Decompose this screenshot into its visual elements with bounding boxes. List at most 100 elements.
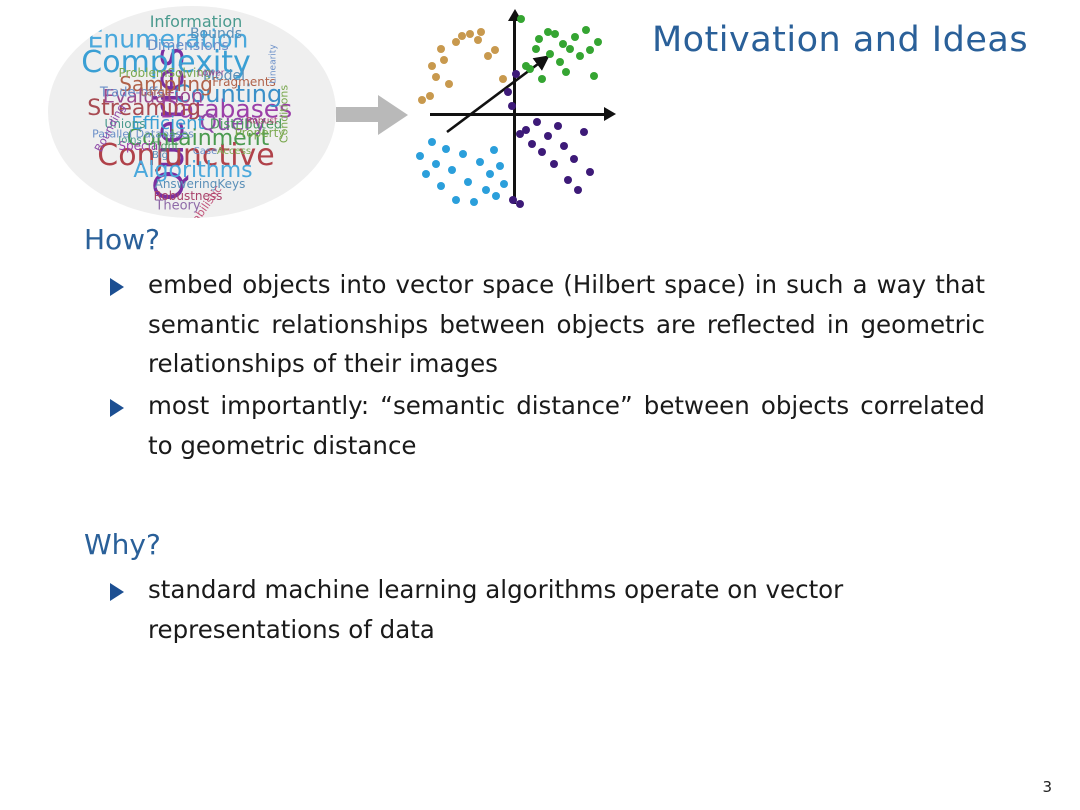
word-cloud-term: Case xyxy=(192,146,218,157)
tan-cluster-point xyxy=(432,73,440,81)
section-heading: How? xyxy=(84,223,160,256)
green-cluster-point xyxy=(535,35,543,43)
tan-cluster-point xyxy=(418,96,426,104)
word-cloud-term: Lower xyxy=(197,68,225,79)
tan-cluster-point xyxy=(474,36,482,44)
purple-cluster-point xyxy=(570,155,578,163)
bullet-list: embed objects into vector space (Hilbert… xyxy=(0,265,1080,465)
green-cluster-point xyxy=(571,33,579,41)
green-cluster-point xyxy=(566,45,574,53)
word-cloud-term: Robust xyxy=(246,116,278,127)
blue-cluster-point xyxy=(492,192,500,200)
word-cloud-term: Bounds xyxy=(189,26,243,42)
green-cluster-point xyxy=(551,30,559,38)
tan-cluster-point xyxy=(484,52,492,60)
blue-cluster-point xyxy=(496,162,504,170)
section-heading: Why? xyxy=(84,528,161,562)
green-cluster-point xyxy=(594,38,602,46)
purple-cluster-point xyxy=(533,118,541,126)
blue-cluster-point xyxy=(476,158,484,166)
purple-cluster-point xyxy=(538,148,546,156)
purple-cluster-point xyxy=(522,126,530,134)
right-arrow-icon xyxy=(336,93,414,137)
purple-cluster-point xyxy=(574,186,582,194)
slide: Queries Conjunctive Complexity Enumeration D… xyxy=(0,0,1080,810)
blue-cluster-point xyxy=(486,170,494,178)
green-cluster-point xyxy=(526,65,534,73)
word-cloud-term: Conditions xyxy=(277,84,291,144)
green-cluster-point xyxy=(562,68,570,76)
tan-cluster-point xyxy=(477,28,485,36)
arrow-shaft xyxy=(336,107,384,122)
blue-cluster-point xyxy=(442,145,450,153)
blue-cluster-point xyxy=(464,178,472,186)
bullet-triangle-icon xyxy=(110,399,124,418)
bullet-item: embed objects into vector space (Hilbert… xyxy=(0,265,1080,384)
purple-cluster-point xyxy=(554,122,562,130)
blue-cluster-point xyxy=(428,138,436,146)
purple-cluster-point xyxy=(504,88,512,96)
purple-cluster-point xyxy=(586,168,594,176)
purple-cluster-point xyxy=(560,142,568,150)
purple-cluster-point xyxy=(580,128,588,136)
purple-cluster-point xyxy=(512,70,520,78)
bullet-item: most importantly: “semantic distance” be… xyxy=(0,386,1080,465)
page-number: 3 xyxy=(1042,778,1052,796)
purple-cluster-point xyxy=(508,102,516,110)
tan-cluster-point xyxy=(440,56,448,64)
word-cloud-term: Large xyxy=(140,85,172,99)
blue-cluster-point xyxy=(500,180,508,188)
word-cloud-term: Joins xyxy=(118,135,142,146)
word-cloud-term: Linearity xyxy=(268,44,279,84)
blue-cluster-point xyxy=(437,182,445,190)
green-cluster-point xyxy=(556,58,564,66)
blue-cluster-point xyxy=(490,146,498,154)
bullet-text: most importantly: “semantic distance” be… xyxy=(148,391,985,460)
slide-body: How? embed objects into vector space (Hil… xyxy=(0,222,1080,654)
tan-cluster-point xyxy=(426,92,434,100)
word-cloud-term: Access xyxy=(216,146,252,157)
vector-space-scatter-plot xyxy=(408,4,618,218)
header-graphics: Queries Conjunctive Complexity Enumeration D… xyxy=(0,0,1080,225)
tan-cluster-point xyxy=(428,62,436,70)
green-cluster-point xyxy=(532,45,540,53)
green-cluster-point xyxy=(582,26,590,34)
blue-cluster-point xyxy=(422,170,430,178)
blue-cluster-point xyxy=(459,150,467,158)
green-cluster-point xyxy=(586,46,594,54)
purple-cluster-point xyxy=(528,140,536,148)
section-how: How? embed objects into vector space (Hil… xyxy=(0,222,1080,465)
page-title: Motivation and Ideas xyxy=(651,20,1029,60)
tan-cluster-point xyxy=(499,75,507,83)
tan-cluster-point xyxy=(491,46,499,54)
green-cluster-point xyxy=(590,72,598,80)
blue-cluster-point xyxy=(482,186,490,194)
bullet-triangle-icon xyxy=(110,583,124,602)
arrow-head xyxy=(378,95,408,135)
purple-cluster-point xyxy=(544,132,552,140)
green-cluster-point xyxy=(538,75,546,83)
x-axis-arrowhead xyxy=(604,107,616,121)
green-cluster-point xyxy=(546,50,554,58)
bullet-text: embed objects into vector space (Hilbert… xyxy=(148,270,985,379)
tan-cluster-point xyxy=(466,30,474,38)
purple-cluster-point xyxy=(564,176,572,184)
blue-cluster-point xyxy=(452,196,460,204)
tan-cluster-point xyxy=(445,80,453,88)
bullet-text: standard machine learning algorithms ope… xyxy=(148,575,844,645)
green-cluster-point xyxy=(517,15,525,23)
blue-cluster-point xyxy=(416,152,424,160)
blue-cluster-point xyxy=(432,160,440,168)
section-why: Why? standard machine learning algorithms… xyxy=(0,527,1080,649)
blue-cluster-point xyxy=(448,166,456,174)
tan-cluster-point xyxy=(437,45,445,53)
blue-cluster-point xyxy=(470,198,478,206)
bullet-item: standard machine learning algorithms ope… xyxy=(0,570,1080,649)
bullet-list: standard machine learning algorithms ope… xyxy=(0,570,1080,649)
word-cloud-image: Queries Conjunctive Complexity Enumeration D… xyxy=(48,6,336,218)
purple-cluster-point xyxy=(516,200,524,208)
tan-cluster-point xyxy=(458,32,466,40)
bullet-triangle-icon xyxy=(110,278,124,296)
word-cloud-term: Big xyxy=(152,150,168,161)
green-cluster-point xyxy=(576,52,584,60)
